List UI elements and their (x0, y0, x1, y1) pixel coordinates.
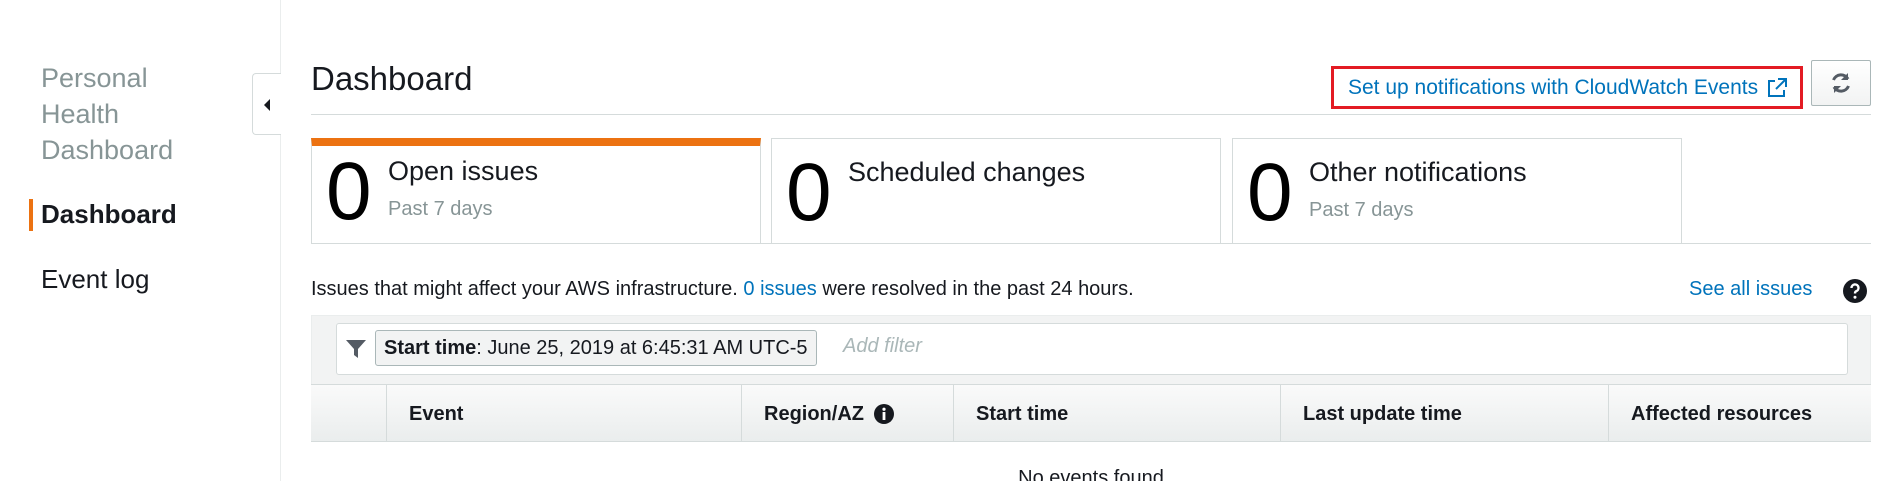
column-header-event[interactable]: Event (386, 385, 741, 443)
scheduled-changes-count: 0 (786, 147, 832, 238)
table-header: Event Region/AZ Start time Last update t… (311, 384, 1871, 443)
column-label-affected-resources: Affected resources (1631, 402, 1813, 425)
cloudwatch-notifications-link[interactable]: Set up notifications with CloudWatch Eve… (1331, 66, 1803, 109)
column-header-last-update-time[interactable]: Last update time (1280, 385, 1608, 443)
notifications-link-label: Set up notifications with CloudWatch Eve… (1348, 75, 1759, 99)
add-filter-input[interactable]: Add filter (843, 335, 922, 358)
column-header-region[interactable]: Region/AZ (741, 385, 953, 443)
table-body: No events found (311, 442, 1871, 481)
issues-summary-prefix: Issues that might affect your AWS infras… (311, 278, 738, 300)
sidebar: Personal Health Dashboard Dashboard Even… (0, 0, 281, 481)
see-all-issues-link[interactable]: See all issues (1689, 278, 1812, 301)
sidebar-item-event-log[interactable]: Event log (41, 264, 149, 295)
other-notifications-period: Past 7 days (1309, 199, 1414, 221)
filter-icon (346, 340, 366, 358)
other-notifications-label: Other notifications (1309, 157, 1527, 187)
column-header-affected-resources[interactable]: Affected resources (1608, 385, 1871, 443)
active-indicator (29, 199, 33, 231)
column-label-start-time: Start time (976, 402, 1069, 425)
open-issues-card[interactable]: 0 Open issues Past 7 days (311, 138, 761, 244)
page-title: Dashboard (311, 60, 473, 97)
open-issues-label: Open issues (388, 156, 539, 186)
collapse-sidebar-button[interactable] (252, 73, 281, 135)
open-issues-period: Past 7 days (388, 198, 493, 220)
filter-token-value: : June 25, 2019 at 6:45:31 AM UTC-5 (476, 336, 808, 359)
help-icon[interactable] (1843, 279, 1867, 303)
empty-table-message: No events found (1018, 467, 1164, 481)
refresh-icon (1832, 73, 1850, 93)
sidebar-item-dashboard[interactable]: Dashboard (41, 199, 177, 230)
refresh-button[interactable] (1811, 60, 1871, 106)
filter-token-start-time[interactable]: Start time: June 25, 2019 at 6:45:31 AM … (375, 330, 817, 366)
column-label-event: Event (409, 402, 464, 425)
scheduled-changes-label: Scheduled changes (848, 157, 1086, 187)
column-label-region: Region/AZ (764, 402, 864, 425)
caret-left-icon (264, 99, 270, 111)
scheduled-changes-card[interactable]: 0 Scheduled changes (771, 138, 1221, 243)
column-label-last-update-time: Last update time (1303, 402, 1462, 425)
other-notifications-count: 0 (1247, 147, 1293, 238)
issues-summary-text: Issues that might affect your AWS infras… (311, 278, 1134, 301)
info-icon[interactable] (874, 404, 894, 424)
other-notifications-card[interactable]: 0 Other notifications Past 7 days (1232, 138, 1682, 243)
external-link-icon (1768, 77, 1788, 97)
resolved-issues-link[interactable]: 0 issues (743, 278, 816, 300)
filter-token-key: Start time (384, 336, 477, 359)
open-issues-count: 0 (326, 146, 372, 237)
cards-divider (311, 243, 1871, 244)
column-header-start-time[interactable]: Start time (953, 385, 1280, 443)
sidebar-title: Personal Health Dashboard (41, 63, 174, 165)
select-column-header (311, 385, 386, 443)
header-divider (311, 114, 1871, 115)
issues-summary-suffix: were resolved in the past 24 hours. (822, 278, 1134, 300)
